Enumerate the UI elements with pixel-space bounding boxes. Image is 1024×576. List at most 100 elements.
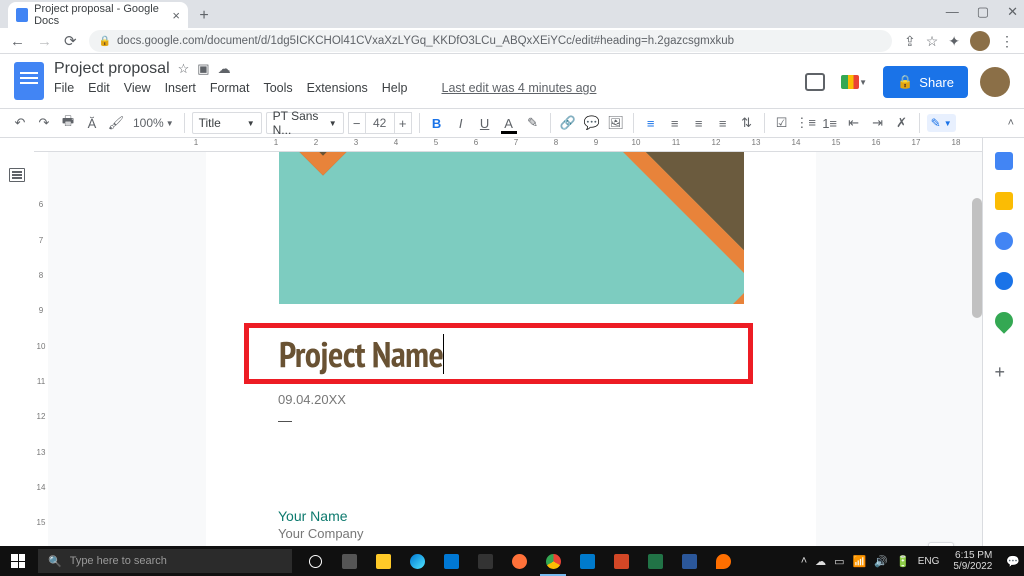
profile-avatar[interactable] bbox=[970, 31, 990, 51]
last-edit-link[interactable]: Last edit was 4 minutes ago bbox=[442, 81, 597, 95]
paint-format-button[interactable]: 🖌 bbox=[106, 113, 126, 133]
menu-extensions[interactable]: Extensions bbox=[307, 81, 368, 95]
language-icon[interactable]: ENG bbox=[918, 556, 940, 567]
highlight-button[interactable]: ✎ bbox=[523, 113, 543, 133]
align-justify-button[interactable]: ≡ bbox=[713, 113, 733, 133]
add-addon-button[interactable]: + bbox=[995, 362, 1013, 380]
meet-button[interactable]: ▼ bbox=[837, 67, 871, 97]
line-spacing-button[interactable]: ⇅ bbox=[737, 113, 757, 133]
spellcheck-button[interactable]: Ă bbox=[82, 113, 102, 133]
decrease-indent-button[interactable]: ⇤ bbox=[844, 113, 864, 133]
menu-view[interactable]: View bbox=[124, 81, 151, 95]
excel-icon[interactable] bbox=[638, 546, 672, 576]
redo-button[interactable]: ↷ bbox=[34, 113, 54, 133]
menu-format[interactable]: Format bbox=[210, 81, 250, 95]
align-left-button[interactable]: ≡ bbox=[641, 113, 661, 133]
comments-icon[interactable] bbox=[805, 73, 825, 91]
chrome-icon[interactable] bbox=[536, 546, 570, 576]
numbered-list-button[interactable]: 1≡ bbox=[820, 113, 840, 133]
maps-icon[interactable] bbox=[991, 308, 1016, 333]
your-name-text[interactable]: Your Name bbox=[278, 508, 348, 524]
calendar-icon[interactable] bbox=[995, 152, 1013, 170]
chrome-menu-icon[interactable]: ⋮ bbox=[1000, 33, 1014, 50]
mail-icon[interactable] bbox=[434, 546, 468, 576]
contacts-icon[interactable] bbox=[995, 272, 1013, 290]
insert-image-button[interactable]: 🖼 bbox=[606, 113, 626, 133]
font-size-value[interactable]: 42 bbox=[366, 112, 394, 134]
taskview-icon[interactable] bbox=[332, 546, 366, 576]
clear-format-button[interactable]: ✗ bbox=[892, 113, 912, 133]
insert-link-button[interactable]: 🔗 bbox=[558, 113, 578, 133]
menu-edit[interactable]: Edit bbox=[88, 81, 110, 95]
notifications-icon[interactable]: 💬 bbox=[1006, 555, 1020, 568]
volume-icon[interactable]: 🔊 bbox=[874, 555, 888, 568]
minimize-icon[interactable]: — bbox=[946, 4, 959, 20]
taskbar-search[interactable]: 🔍 Type here to search bbox=[38, 549, 292, 573]
project-name-title[interactable]: Project Name bbox=[279, 336, 443, 372]
browser-tab[interactable]: Project proposal - Google Docs × bbox=[8, 2, 188, 28]
underline-button[interactable]: U bbox=[475, 113, 495, 133]
close-tab-icon[interactable]: × bbox=[172, 8, 180, 23]
font-select[interactable]: PT Sans N...▼ bbox=[266, 112, 344, 134]
bold-button[interactable]: B bbox=[427, 113, 447, 133]
battery-icon[interactable]: 🔋 bbox=[896, 555, 910, 568]
decrease-font-button[interactable]: − bbox=[348, 112, 366, 134]
firefox-icon[interactable] bbox=[502, 546, 536, 576]
forward-button[interactable]: → bbox=[37, 33, 52, 50]
increase-indent-button[interactable]: ⇥ bbox=[868, 113, 888, 133]
date-text[interactable]: 09.04.20XX bbox=[278, 392, 346, 407]
reload-button[interactable]: ⟳ bbox=[64, 32, 77, 50]
menu-file[interactable]: File bbox=[54, 81, 74, 95]
url-bar[interactable]: 🔒 docs.google.com/document/d/1dg5ICKCHOl… bbox=[89, 30, 892, 52]
share-url-icon[interactable]: ⇪ bbox=[904, 33, 916, 50]
extensions-icon[interactable]: ✦ bbox=[948, 33, 960, 50]
keep-icon[interactable] bbox=[995, 192, 1013, 210]
edge-icon[interactable] bbox=[400, 546, 434, 576]
print-button[interactable]: 🖶 bbox=[58, 113, 78, 133]
tasks-icon[interactable] bbox=[995, 232, 1013, 250]
app-icon[interactable] bbox=[706, 546, 740, 576]
document-canvas[interactable]: 112345678910111213141516171819 678910111… bbox=[34, 138, 982, 576]
editing-mode-button[interactable]: ✎▼ bbox=[927, 114, 956, 132]
cloud-status-icon[interactable]: ☁ bbox=[218, 61, 231, 77]
style-select[interactable]: Title▼ bbox=[192, 112, 262, 134]
cortana-icon[interactable] bbox=[298, 546, 332, 576]
vertical-ruler[interactable]: 678910111213141516 bbox=[34, 152, 48, 576]
divider-text[interactable]: — bbox=[278, 412, 292, 428]
explorer-icon[interactable] bbox=[366, 546, 400, 576]
move-icon[interactable]: ▣ bbox=[197, 61, 209, 77]
word-icon[interactable] bbox=[672, 546, 706, 576]
onedrive-icon[interactable]: ☁ bbox=[815, 555, 826, 568]
vertical-scrollbar[interactable] bbox=[972, 198, 982, 318]
header-image[interactable] bbox=[279, 152, 744, 304]
document-title[interactable]: Project proposal bbox=[54, 60, 170, 78]
italic-button[interactable]: I bbox=[451, 113, 471, 133]
menu-help[interactable]: Help bbox=[382, 81, 408, 95]
page[interactable]: Project Name 09.04.20XX — Your Name Your… bbox=[206, 152, 816, 576]
your-company-text[interactable]: Your Company bbox=[278, 526, 364, 541]
menu-insert[interactable]: Insert bbox=[165, 81, 196, 95]
align-center-button[interactable]: ≡ bbox=[665, 113, 685, 133]
close-window-icon[interactable]: ✕ bbox=[1007, 4, 1018, 20]
tray-chevron-icon[interactable]: ˄ bbox=[801, 555, 807, 567]
clock[interactable]: 6:15 PM 5/9/2022 bbox=[947, 550, 998, 572]
start-button[interactable] bbox=[0, 546, 36, 576]
menu-tools[interactable]: Tools bbox=[263, 81, 292, 95]
store-icon[interactable] bbox=[468, 546, 502, 576]
bulleted-list-button[interactable]: ⋮≡ bbox=[796, 113, 816, 133]
hide-menus-button[interactable]: ˄ bbox=[1008, 117, 1014, 129]
add-comment-button[interactable]: 💬 bbox=[582, 113, 602, 133]
share-button[interactable]: 🔒 Share bbox=[883, 66, 968, 98]
new-tab-button[interactable]: + bbox=[192, 4, 216, 28]
increase-font-button[interactable]: + bbox=[394, 112, 412, 134]
align-right-button[interactable]: ≡ bbox=[689, 113, 709, 133]
back-button[interactable]: ← bbox=[10, 33, 25, 50]
bookmark-icon[interactable]: ☆ bbox=[926, 33, 939, 50]
wifi-icon[interactable]: 📶 bbox=[853, 555, 867, 568]
maximize-icon[interactable]: ▢ bbox=[977, 4, 989, 20]
star-icon[interactable]: ☆ bbox=[178, 61, 190, 77]
account-avatar[interactable] bbox=[980, 67, 1010, 97]
undo-button[interactable]: ↶ bbox=[10, 113, 30, 133]
text-color-button[interactable]: A bbox=[499, 113, 519, 133]
outline-icon[interactable] bbox=[9, 168, 25, 182]
